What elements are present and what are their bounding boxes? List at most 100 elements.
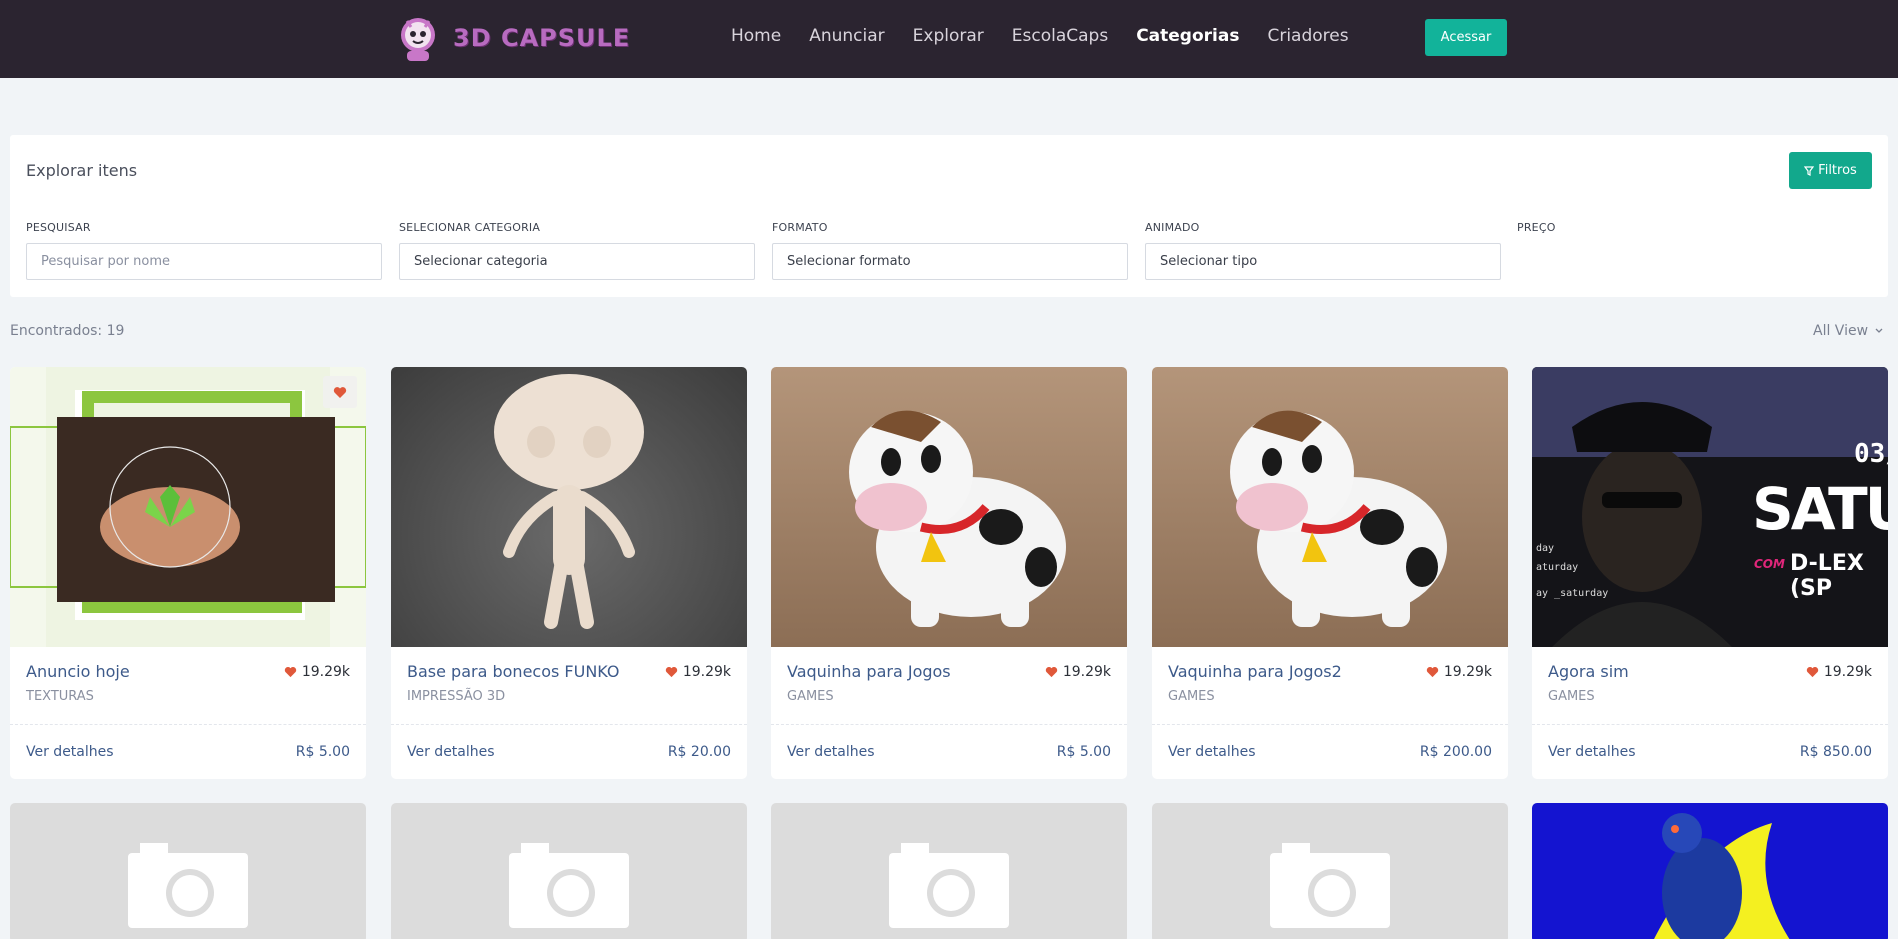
format-label: FORMATO [772, 221, 828, 234]
nav-criadores[interactable]: Criadores [1267, 26, 1348, 46]
details-link[interactable]: Ver detalhes [1548, 744, 1636, 760]
view-select-label: All View [1813, 323, 1869, 339]
poster-date: 03/ [1854, 439, 1888, 469]
panel-title: Explorar itens [26, 161, 138, 180]
product-card[interactable]: 03/ SATUR COM D-LEX (SP day aturday ay _… [1532, 367, 1888, 779]
nav-explorar[interactable]: Explorar [913, 26, 984, 46]
product-category: GAMES [1168, 689, 1215, 704]
animated-select[interactable]: Selecionar tipo [1145, 243, 1501, 280]
product-card-placeholder[interactable] [1152, 803, 1508, 939]
card-divider [391, 724, 747, 725]
card-divider [771, 724, 1127, 725]
product-card-placeholder[interactable] [771, 803, 1127, 939]
camera-placeholder-icon [889, 843, 1009, 928]
product-card[interactable]: Vaquinha para Jogos2 19.29k GAMES Ver de… [1152, 367, 1508, 779]
category-select[interactable]: Selecionar categoria [399, 243, 755, 280]
animated-field: ANIMADO Selecionar tipo [1145, 221, 1501, 280]
view-select[interactable]: All View [1813, 323, 1884, 339]
brand-logo[interactable]: 3D CAPSULE [393, 12, 630, 64]
category-label: SELECIONAR CATEGORIA [399, 221, 541, 234]
main-nav: Home Anunciar Explorar EscolaCaps Catego… [731, 26, 1377, 46]
heart-icon [333, 386, 347, 398]
likes-count: 19.29k [1426, 664, 1492, 680]
heart-icon [284, 667, 296, 678]
nav-anunciar[interactable]: Anunciar [809, 26, 884, 46]
details-link[interactable]: Ver detalhes [26, 744, 114, 760]
heart-icon [665, 667, 677, 678]
login-button[interactable]: Acessar [1425, 19, 1507, 56]
poster-title: SATUR [1752, 475, 1888, 543]
cow-image [1230, 410, 1447, 627]
funnel-icon [1804, 165, 1815, 176]
card-divider [1152, 724, 1508, 725]
product-price: R$ 5.00 [1056, 744, 1111, 760]
likes-value: 19.29k [301, 664, 350, 680]
card-divider [10, 724, 366, 725]
poster-artist: D-LEX (SP [1790, 551, 1864, 601]
likes-count: 19.29k [284, 664, 350, 680]
chevron-down-icon [1875, 328, 1883, 333]
product-category: GAMES [1548, 689, 1595, 704]
explore-filter-panel: Explorar itens Filtros PESQUISAR Pesquis… [10, 135, 1888, 297]
astronaut-logo-icon [401, 18, 435, 61]
likes-value: 19.29k [1823, 664, 1872, 680]
product-title[interactable]: Anuncio hoje [26, 662, 130, 681]
nav-categorias[interactable]: Categorias [1136, 26, 1239, 46]
details-link[interactable]: Ver detalhes [1168, 744, 1256, 760]
product-title[interactable]: Vaquinha para Jogos [787, 662, 951, 681]
product-title[interactable]: Base para bonecos FUNKO [407, 662, 620, 681]
product-image[interactable] [771, 367, 1127, 647]
product-image[interactable] [1152, 367, 1508, 647]
details-link[interactable]: Ver detalhes [407, 744, 495, 760]
cow-image [849, 410, 1066, 627]
likes-count: 19.29k [665, 664, 731, 680]
brand-name: 3D CAPSULE [453, 24, 631, 52]
results-count: Encontrados: 19 [10, 323, 125, 339]
product-price: R$ 200.00 [1419, 744, 1492, 760]
favorite-button[interactable] [323, 376, 357, 408]
product-card-placeholder[interactable] [391, 803, 747, 939]
product-category: TEXTURAS [26, 689, 94, 704]
hands-plant-image [10, 367, 366, 647]
filters-button-label: Filtros [1818, 163, 1857, 178]
search-input[interactable]: Pesquisar por nome [26, 243, 382, 280]
poster-line: day [1536, 543, 1555, 554]
product-title[interactable]: Vaquinha para Jogos2 [1168, 662, 1342, 681]
product-image[interactable] [10, 367, 366, 647]
format-select[interactable]: Selecionar formato [772, 243, 1128, 280]
product-card[interactable]: Vaquinha para Jogos 19.29k GAMES Ver det… [771, 367, 1127, 779]
heart-icon [1045, 667, 1057, 678]
product-card[interactable] [1532, 803, 1888, 939]
camera-placeholder-icon [128, 843, 248, 928]
likes-count: 19.29k [1806, 664, 1872, 680]
product-price: R$ 5.00 [295, 744, 350, 760]
filters-button[interactable]: Filtros [1789, 152, 1872, 189]
search-label: PESQUISAR [26, 221, 91, 234]
product-category: IMPRESSÃO 3D [407, 689, 506, 704]
likes-count: 19.29k [1045, 664, 1111, 680]
nav-escolacaps[interactable]: EscolaCaps [1012, 26, 1108, 46]
details-link[interactable]: Ver detalhes [787, 744, 875, 760]
search-field: PESQUISAR Pesquisar por nome [26, 221, 382, 280]
poster-line: aturday [1536, 562, 1579, 573]
product-image[interactable] [391, 367, 747, 647]
nav-home[interactable]: Home [731, 26, 781, 46]
camera-placeholder-icon [1270, 843, 1390, 928]
product-title[interactable]: Agora sim [1548, 662, 1629, 681]
blue-bird-image [1654, 813, 1790, 939]
funko-base-image [494, 374, 644, 629]
format-field: FORMATO Selecionar formato [772, 221, 1128, 280]
heart-icon [1806, 667, 1818, 678]
price-field: PREÇO [1517, 221, 1717, 243]
poster-line: ay _saturday [1536, 588, 1609, 599]
product-category: GAMES [787, 689, 834, 704]
product-card-placeholder[interactable] [10, 803, 366, 939]
likes-value: 19.29k [1443, 664, 1492, 680]
product-card[interactable]: Anuncio hoje 19.29k TEXTURAS Ver detalhe… [10, 367, 366, 779]
product-card[interactable]: Base para bonecos FUNKO 19.29k IMPRESSÃO… [391, 367, 747, 779]
price-label: PREÇO [1517, 221, 1556, 234]
card-divider [1532, 724, 1888, 725]
likes-value: 19.29k [1062, 664, 1111, 680]
product-image[interactable]: 03/ SATUR COM D-LEX (SP day aturday ay _… [1532, 367, 1888, 647]
product-price: R$ 20.00 [667, 744, 731, 760]
